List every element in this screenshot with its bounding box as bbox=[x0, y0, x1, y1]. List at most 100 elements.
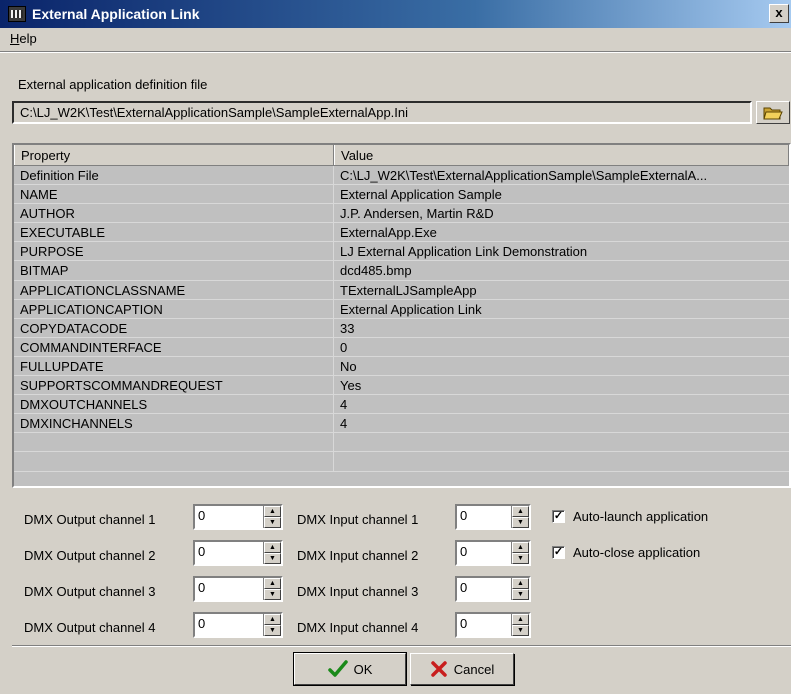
value-cell[interactable]: 4 bbox=[334, 414, 789, 432]
table-row[interactable]: FULLUPDATE No bbox=[14, 356, 789, 377]
header-value[interactable]: Value bbox=[334, 145, 789, 165]
dmx-output-spinner-4[interactable]: 0 ▲ ▼ bbox=[193, 612, 283, 638]
arrow-up-icon[interactable]: ▲ bbox=[512, 542, 529, 553]
value-cell[interactable]: Yes bbox=[334, 376, 789, 394]
table-row[interactable]: APPLICATIONCLASSNAME TExternalLJSampleApp bbox=[14, 280, 789, 300]
property-cell[interactable]: DMXINCHANNELS bbox=[14, 414, 334, 433]
dmx-input-spinner-2[interactable]: 0 ▲ ▼ bbox=[455, 540, 531, 566]
value-cell[interactable]: LJ External Application Link Demonstrati… bbox=[334, 242, 789, 260]
arrow-down-icon[interactable]: ▼ bbox=[264, 553, 281, 564]
checkmark-icon[interactable]: ✓ bbox=[552, 546, 565, 559]
table-row[interactable]: APPLICATIONCAPTION External Application L… bbox=[14, 299, 789, 319]
property-cell[interactable]: NAME bbox=[14, 185, 334, 204]
title-bar[interactable]: External Application Link x bbox=[0, 0, 791, 28]
spinner-value[interactable]: 0 bbox=[195, 614, 263, 636]
auto-close-label[interactable]: Auto-close application bbox=[573, 545, 700, 560]
table-row[interactable]: AUTHOR J.P. Andersen, Martin R&D bbox=[14, 204, 789, 224]
arrow-down-icon[interactable]: ▼ bbox=[512, 589, 529, 600]
value-cell[interactable]: 4 bbox=[334, 395, 789, 413]
value-cell[interactable]: No bbox=[334, 357, 789, 375]
dmx-input-spinner-4[interactable]: 0 ▲ ▼ bbox=[455, 612, 531, 638]
close-button[interactable]: x bbox=[769, 4, 789, 23]
auto-launch-label[interactable]: Auto-launch application bbox=[573, 509, 708, 524]
arrow-up-icon[interactable]: ▲ bbox=[512, 614, 529, 625]
spinner-value[interactable]: 0 bbox=[457, 506, 511, 528]
arrow-down-icon[interactable]: ▼ bbox=[264, 625, 281, 636]
property-cell[interactable]: SUPPORTSCOMMANDREQUEST bbox=[14, 376, 334, 395]
dmx-input-spinner-3[interactable]: 0 ▲ ▼ bbox=[455, 576, 531, 602]
arrow-down-icon[interactable]: ▼ bbox=[264, 517, 281, 528]
spinner-arrows[interactable]: ▲ ▼ bbox=[511, 506, 529, 528]
arrow-down-icon[interactable]: ▼ bbox=[512, 517, 529, 528]
value-cell[interactable]: J.P. Andersen, Martin R&D bbox=[334, 204, 789, 222]
value-cell[interactable]: 33 bbox=[334, 319, 789, 337]
table-row[interactable]: BITMAP dcd485.bmp bbox=[14, 261, 789, 281]
cancel-button[interactable]: Cancel bbox=[410, 653, 514, 685]
arrow-down-icon[interactable]: ▼ bbox=[512, 625, 529, 636]
table-row[interactable]: NAME External Application Sample bbox=[14, 185, 789, 205]
arrow-down-icon[interactable]: ▼ bbox=[512, 553, 529, 564]
property-cell[interactable]: APPLICATIONCLASSNAME bbox=[14, 280, 334, 299]
spinner-arrows[interactable]: ▲ ▼ bbox=[511, 542, 529, 564]
dmx-output-spinner-1[interactable]: 0 ▲ ▼ bbox=[193, 504, 283, 530]
arrow-down-icon[interactable]: ▼ bbox=[264, 589, 281, 600]
arrow-up-icon[interactable]: ▲ bbox=[264, 542, 281, 553]
property-cell[interactable]: COPYDATACODE bbox=[14, 318, 334, 337]
property-cell[interactable]: BITMAP bbox=[14, 261, 334, 280]
value-cell[interactable]: External Application Sample bbox=[334, 185, 789, 203]
spinner-arrows[interactable]: ▲ ▼ bbox=[263, 578, 281, 600]
property-grid[interactable]: Property Value Definition File C:\LJ_W2K\… bbox=[12, 143, 791, 488]
spinner-arrows[interactable]: ▲ ▼ bbox=[263, 506, 281, 528]
property-cell[interactable]: FULLUPDATE bbox=[14, 356, 334, 376]
value-cell[interactable]: ExternalApp.Exe bbox=[334, 223, 789, 241]
value-cell[interactable]: C:\LJ_W2K\Test\ExternalApplicationSample… bbox=[334, 166, 789, 184]
spinner-value[interactable]: 0 bbox=[457, 614, 511, 636]
spinner-value[interactable]: 0 bbox=[457, 578, 511, 600]
auto-launch-checkbox[interactable]: ✓ Auto-launch application bbox=[552, 509, 708, 524]
property-cell[interactable]: AUTHOR bbox=[14, 204, 334, 223]
auto-close-checkbox[interactable]: ✓ Auto-close application bbox=[552, 545, 700, 560]
property-cell[interactable]: APPLICATIONCAPTION bbox=[14, 299, 334, 318]
spinner-arrows[interactable]: ▲ ▼ bbox=[263, 614, 281, 636]
definition-file-field[interactable]: C:\LJ_W2K\Test\ExternalApplicationSample… bbox=[12, 101, 752, 124]
arrow-up-icon[interactable]: ▲ bbox=[512, 578, 529, 589]
table-row[interactable]: EXECUTABLE ExternalApp.Exe bbox=[14, 223, 789, 243]
property-cell[interactable]: PURPOSE bbox=[14, 242, 334, 261]
ok-button[interactable]: OK bbox=[293, 652, 407, 686]
table-row[interactable]: PURPOSE LJ External Application Link Demo… bbox=[14, 242, 789, 262]
spinner-value[interactable]: 0 bbox=[195, 542, 263, 564]
property-cell[interactable]: COMMANDINTERFACE bbox=[14, 337, 334, 356]
arrow-up-icon[interactable]: ▲ bbox=[512, 506, 529, 517]
menu-help[interactable]: Help bbox=[10, 31, 37, 46]
value-cell[interactable]: TExternalLJSampleApp bbox=[334, 281, 789, 299]
arrow-up-icon[interactable]: ▲ bbox=[264, 614, 281, 625]
table-row[interactable]: COPYDATACODE 33 bbox=[14, 318, 789, 338]
dmx-input-spinner-1[interactable]: 0 ▲ ▼ bbox=[455, 504, 531, 530]
spinner-value[interactable]: 0 bbox=[457, 542, 511, 564]
spinner-arrows[interactable]: ▲ ▼ bbox=[511, 614, 529, 636]
table-row[interactable]: DMXINCHANNELS 4 bbox=[14, 414, 789, 434]
header-property[interactable]: Property bbox=[14, 145, 334, 165]
value-cell[interactable]: External Application Link bbox=[334, 300, 789, 318]
spinner-arrows[interactable]: ▲ ▼ bbox=[511, 578, 529, 600]
dmx-output-spinner-3[interactable]: 0 ▲ ▼ bbox=[193, 576, 283, 602]
empty-row bbox=[14, 452, 789, 472]
value-cell[interactable]: 0 bbox=[334, 338, 789, 356]
property-cell[interactable]: Definition File bbox=[14, 166, 334, 185]
table-row[interactable]: COMMANDINTERFACE 0 bbox=[14, 337, 789, 357]
spinner-arrows[interactable]: ▲ ▼ bbox=[263, 542, 281, 564]
table-row[interactable]: SUPPORTSCOMMANDREQUEST Yes bbox=[14, 376, 789, 396]
dmx-output-label-1: DMX Output channel 1 bbox=[24, 512, 156, 527]
property-cell[interactable]: EXECUTABLE bbox=[14, 223, 334, 242]
browse-folder-button[interactable] bbox=[756, 101, 790, 124]
checkmark-icon[interactable]: ✓ bbox=[552, 510, 565, 523]
arrow-up-icon[interactable]: ▲ bbox=[264, 506, 281, 517]
property-cell[interactable]: DMXOUTCHANNELS bbox=[14, 395, 334, 414]
table-row[interactable]: Definition File C:\LJ_W2K\Test\ExternalAp… bbox=[14, 166, 789, 186]
table-row[interactable]: DMXOUTCHANNELS 4 bbox=[14, 395, 789, 415]
spinner-value[interactable]: 0 bbox=[195, 506, 263, 528]
spinner-value[interactable]: 0 bbox=[195, 578, 263, 600]
arrow-up-icon[interactable]: ▲ bbox=[264, 578, 281, 589]
value-cell[interactable]: dcd485.bmp bbox=[334, 261, 789, 279]
dmx-output-spinner-2[interactable]: 0 ▲ ▼ bbox=[193, 540, 283, 566]
